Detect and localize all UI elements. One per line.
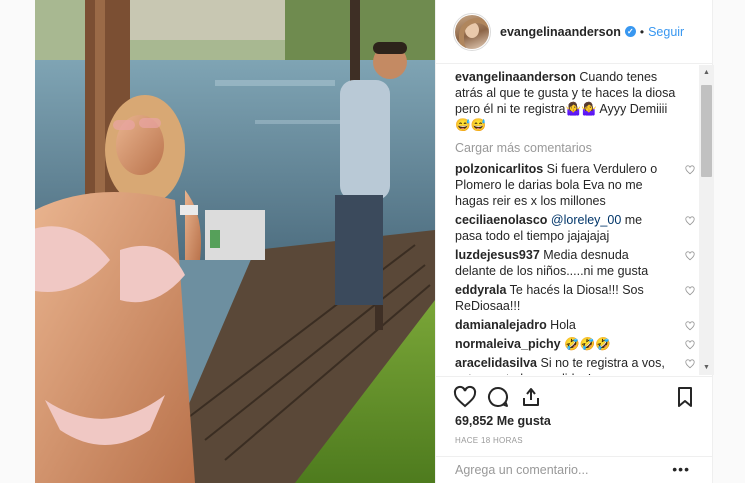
verified-badge-icon: ✓ [624, 26, 636, 37]
comments-list[interactable]: evangelinaanderson Cuando tenes atrás al… [436, 65, 699, 375]
avatar-image [455, 14, 489, 49]
comment-like-heart-icon[interactable] [685, 251, 695, 261]
post-header: evangelinaanderson ✓ • Seguir [436, 0, 712, 64]
comment-item: luzdejesus937 Media desnuda delante de l… [455, 247, 695, 279]
comment-item: ceciliaenolasco @loreley_00 me pasa todo… [455, 212, 695, 244]
scroll-down-arrow-icon[interactable]: ▼ [699, 360, 714, 375]
comment-like-heart-icon[interactable] [685, 359, 695, 369]
comment-mention[interactable]: @loreley_00 [551, 213, 621, 227]
action-bar [436, 376, 712, 416]
comment-username[interactable]: aracelidasilva [455, 356, 537, 370]
follow-button[interactable]: Seguir [648, 25, 684, 39]
comment-item: normaleiva_pichy 🤣🤣🤣 [455, 336, 695, 352]
avatar[interactable] [453, 12, 491, 51]
post-modal: evangelinaanderson ✓ • Seguir evangelina… [0, 0, 745, 483]
heart-icon[interactable] [453, 385, 477, 409]
comment-item: polzonicarlitos Si fuera Verdulero o Plo… [455, 161, 695, 209]
comment-username[interactable]: polzonicarlitos [455, 162, 543, 176]
comments-scrollbar[interactable]: ▲ ▼ [699, 65, 714, 375]
comment-username[interactable]: damianalejadro [455, 318, 547, 332]
header-separator: • [639, 24, 645, 39]
comment-like-heart-icon[interactable] [685, 216, 695, 226]
comment-item: aracelidasilva Si no te registra a vos, … [455, 355, 695, 375]
comment-username[interactable]: normaleiva_pichy [455, 337, 561, 351]
comment-item: damianalejadro Hola [455, 317, 695, 333]
comment-like-heart-icon[interactable] [685, 340, 695, 350]
comment-username[interactable]: eddyrala [455, 283, 506, 297]
post-caption: evangelinaanderson Cuando tenes atrás al… [455, 69, 685, 133]
comment-like-heart-icon[interactable] [685, 165, 695, 175]
comment-like-heart-icon[interactable] [685, 286, 695, 296]
caption-username[interactable]: evangelinaanderson [455, 70, 576, 84]
likes-count[interactable]: 69,852 Me gusta [455, 414, 551, 428]
post-timestamp: HACE 18 HORAS [455, 436, 523, 445]
post-photo[interactable] [35, 0, 435, 483]
comment-text: Hola [546, 318, 576, 332]
comment-item: eddyrala Te hacés la Diosa!!! Sos ReDios… [455, 282, 695, 314]
add-comment-bar: ••• [436, 456, 712, 483]
bookmark-icon[interactable] [673, 385, 697, 409]
post-photo-image [35, 0, 435, 483]
comment-username[interactable]: ceciliaenolasco [455, 213, 547, 227]
more-options-button[interactable]: ••• [672, 462, 690, 476]
comment-like-heart-icon[interactable] [685, 321, 695, 331]
comment-icon[interactable] [486, 385, 510, 409]
post-details-panel: evangelinaanderson ✓ • Seguir evangelina… [435, 0, 714, 483]
scrollbar-thumb[interactable] [701, 85, 712, 177]
header-username[interactable]: evangelinaanderson [500, 25, 621, 39]
comment-text: 🤣🤣🤣 [560, 337, 611, 351]
share-icon[interactable] [519, 385, 543, 409]
comment-username[interactable]: luzdejesus937 [455, 248, 540, 262]
comment-input[interactable] [455, 463, 665, 477]
load-more-comments-button[interactable]: Cargar más comentarios [455, 141, 699, 155]
scroll-up-arrow-icon[interactable]: ▲ [699, 65, 714, 80]
